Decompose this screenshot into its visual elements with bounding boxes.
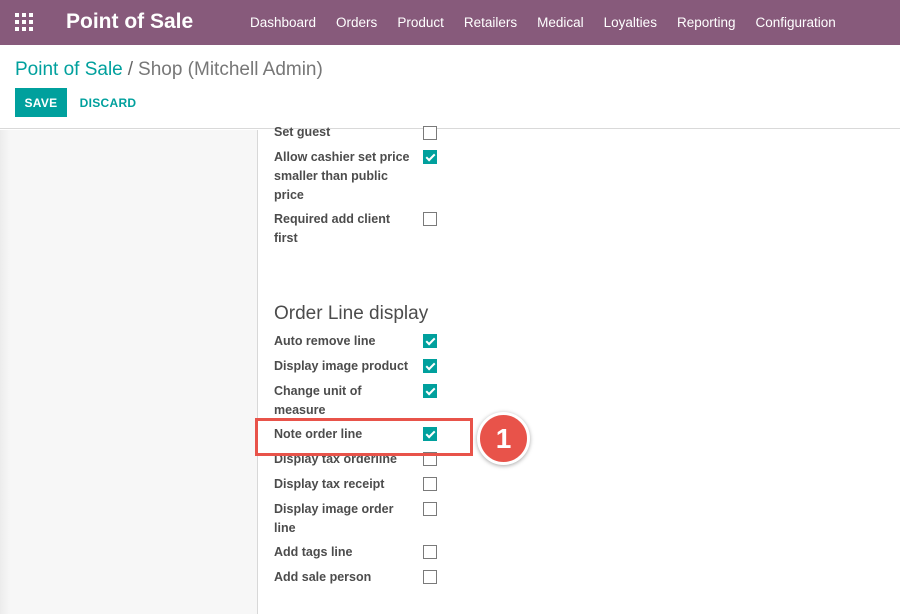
field-label-allow-cashier-set-price: Allow cashier set price smaller than pub… [274, 150, 410, 202]
menu-retailers[interactable]: Retailers [454, 0, 527, 45]
field-label-display-image-order-line: Display image order line [274, 502, 394, 535]
field-label-add-sale-person: Add sale person [274, 570, 372, 584]
discard-button[interactable]: DISCARD [70, 88, 146, 117]
field-label-display-image-product: Display image product [274, 359, 409, 373]
section-title-order-line-display: Order Line display [274, 303, 429, 324]
field-label-add-tags-line: Add tags line [274, 545, 353, 559]
breadcrumb-current: Shop (Mitchell Admin) [138, 59, 323, 80]
checkbox-add-sale-person[interactable] [423, 570, 437, 584]
menu-loyalties[interactable]: Loyalties [594, 0, 667, 45]
field-label-set-guest: Set guest [274, 125, 331, 139]
top-navbar: Point of Sale Dashboard Orders Product R… [0, 0, 900, 45]
breadcrumb-parent-link[interactable]: Point of Sale [15, 59, 123, 80]
save-button[interactable]: SAVE [15, 88, 67, 117]
apps-grid-icon[interactable] [15, 13, 33, 31]
checkbox-set-guest[interactable] [423, 126, 437, 140]
checkbox-display-image-product[interactable] [423, 359, 437, 373]
menu-configuration[interactable]: Configuration [746, 0, 846, 45]
control-panel: Point of Sale / Shop (Mitchell Admin) SAVE… [0, 45, 900, 129]
menu-orders[interactable]: Orders [326, 0, 387, 45]
menu-medical[interactable]: Medical [527, 0, 594, 45]
menu-reporting[interactable]: Reporting [667, 0, 746, 45]
field-label-required-add-client: Required add client first [274, 212, 390, 245]
menu-dashboard[interactable]: Dashboard [240, 0, 326, 45]
left-shade [0, 130, 10, 614]
checkbox-display-image-order-line[interactable] [423, 502, 437, 516]
checkbox-allow-cashier-set-price[interactable] [423, 150, 437, 164]
breadcrumb: Point of Sale / Shop (Mitchell Admin) [15, 59, 323, 81]
annotation-callout-badge: 1 [477, 412, 530, 465]
checkbox-change-unit-of-measure[interactable] [423, 384, 437, 398]
checkbox-add-tags-line[interactable] [423, 545, 437, 559]
main-menu: Dashboard Orders Product Retailers Medic… [240, 0, 846, 45]
checkbox-display-tax-receipt[interactable] [423, 477, 437, 491]
annotation-highlight-box [255, 418, 473, 456]
menu-product[interactable]: Product [387, 0, 454, 45]
checkbox-auto-remove-line[interactable] [423, 334, 437, 348]
field-label-change-unit-of-measure: Change unit of measure [274, 384, 362, 417]
app-brand: Point of Sale [66, 10, 194, 33]
field-label-display-tax-receipt: Display tax receipt [274, 477, 385, 491]
checkbox-required-add-client[interactable] [423, 212, 437, 226]
breadcrumb-separator: / [127, 59, 134, 80]
field-label-auto-remove-line: Auto remove line [274, 334, 376, 348]
